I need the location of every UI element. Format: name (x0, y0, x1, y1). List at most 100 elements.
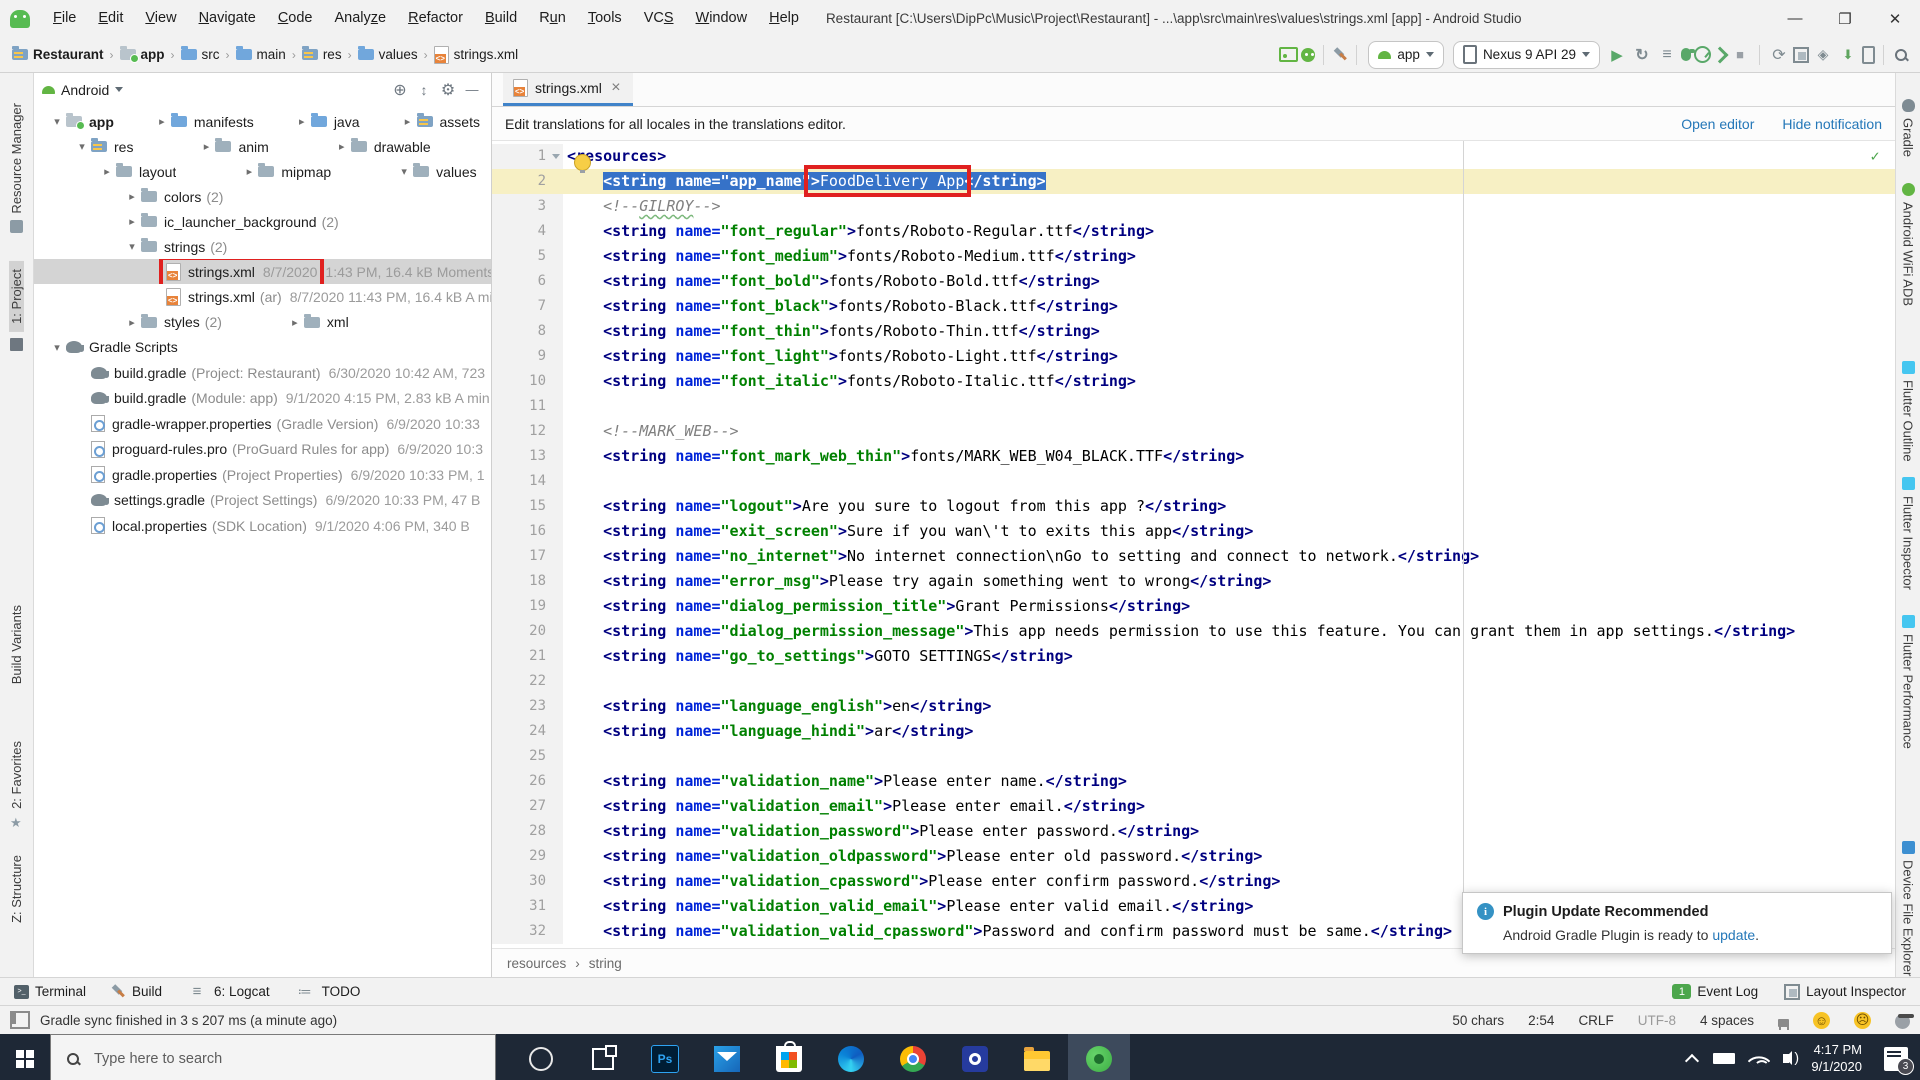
line-number[interactable]: 17 (492, 544, 563, 569)
stripe-item-z-structure[interactable]: Z: Structure (0, 855, 33, 923)
code-text[interactable]: <string name="font_black">fonts/Roboto-B… (563, 294, 1895, 319)
taskbar-app-chrome[interactable] (882, 1034, 944, 1080)
code-text[interactable] (563, 669, 1895, 694)
action-center-icon[interactable]: 3 (1884, 1047, 1908, 1071)
tree-arrow-icon[interactable]: ▸ (286, 316, 304, 329)
intention-bulb-icon[interactable] (574, 154, 591, 171)
tree-item-mipmap[interactable]: ▸mipmap (176, 159, 331, 184)
maximize-button[interactable]: ❐ (1820, 0, 1870, 37)
line-number[interactable]: 10 (492, 369, 563, 394)
line-number[interactable]: 19 (492, 594, 563, 619)
tree-arrow-icon[interactable]: ▾ (48, 341, 66, 354)
line-number[interactable]: 16 (492, 519, 563, 544)
tree-item-build-gradle[interactable]: build.gradle(Module: app)9/1/2020 4:15 P… (34, 386, 490, 411)
tree-item-gradle-scripts[interactable]: ▾Gradle Scripts (34, 335, 178, 360)
tree-item-java[interactable]: ▸java (254, 109, 360, 134)
line-number[interactable]: 30 (492, 869, 563, 894)
status-2-54[interactable]: 2:54 (1528, 1013, 1554, 1028)
code-text[interactable] (563, 744, 1895, 769)
stripe-item-build-variants[interactable]: Build Variants (0, 605, 33, 684)
code-text[interactable]: <!--GILROY--> (563, 194, 1895, 219)
code-text[interactable]: <string name="validation_name">Please en… (563, 769, 1895, 794)
update-link[interactable]: update (1712, 927, 1755, 943)
happy-face-icon[interactable]: ☺ (1813, 1012, 1830, 1029)
line-number[interactable]: 29 (492, 844, 563, 869)
line-number[interactable]: 25 (492, 744, 563, 769)
breadcrumb-item-app[interactable]: app (118, 47, 167, 62)
line-number[interactable]: 18 (492, 569, 563, 594)
menu-item-refactor[interactable]: Refactor (397, 0, 474, 37)
taskbar-clock[interactable]: 4:17 PM 9/1/2020 (1811, 1042, 1862, 1076)
taskbar-app-task-view[interactable] (572, 1034, 634, 1080)
unlock-icon[interactable] (1778, 1019, 1789, 1027)
stripe-item-resource-manager[interactable]: Resource Manager (0, 103, 33, 239)
line-number[interactable]: 23 (492, 694, 563, 719)
line-number[interactable]: 22 (492, 669, 563, 694)
menu-item-build[interactable]: Build (474, 0, 528, 37)
menu-item-file[interactable]: File (42, 0, 87, 37)
minimize-icon[interactable] (461, 79, 483, 101)
tree-arrow-icon[interactable]: ▸ (98, 165, 116, 178)
taskbar-app-cortana[interactable] (510, 1034, 572, 1080)
tree-item-settings-gradle[interactable]: settings.gradle(Project Settings)6/9/202… (34, 488, 480, 513)
tree-item-build-gradle[interactable]: build.gradle(Project: Restaurant)6/30/20… (34, 360, 485, 385)
code-text[interactable]: <string name="error_msg">Please try agai… (563, 569, 1895, 594)
editor-breadcrumb-resources[interactable]: resources (507, 956, 566, 971)
line-number[interactable]: 14 (492, 469, 563, 494)
avd-manager-icon[interactable] (1862, 46, 1875, 64)
tree-item-strings-xml[interactable]: strings.xml(ar)8/7/2020 11:43 PM, 16.4 k… (34, 285, 492, 310)
taskbar-app-edge[interactable] (820, 1034, 882, 1080)
toolwindow-6-logcat[interactable]: 6: Logcat (186, 981, 270, 1003)
wifi-adb-icon[interactable] (1301, 48, 1315, 62)
tree-item-layout[interactable]: ▸layout (34, 159, 176, 184)
start-button[interactable] (0, 1034, 50, 1080)
code-text[interactable]: <string name="font_thin">fonts/Roboto-Th… (563, 319, 1895, 344)
status-crlf[interactable]: CRLF (1578, 1013, 1613, 1028)
code-text[interactable]: <string name="app_name">FoodDelivery App… (563, 169, 1895, 194)
hector-icon[interactable] (1895, 1014, 1910, 1029)
code-text[interactable]: <string name="validation_email">Please e… (563, 794, 1895, 819)
code-text[interactable]: <string name="font_mark_web_thin">fonts/… (563, 444, 1895, 469)
tree-item-assets[interactable]: ▸assets (360, 109, 480, 134)
fold-marker-icon[interactable] (552, 154, 560, 159)
build-hammer-icon[interactable] (1332, 47, 1348, 63)
minimize-button[interactable]: — (1770, 0, 1820, 37)
sync-project-icon[interactable] (1768, 44, 1790, 66)
menu-item-vcs[interactable]: VCS (633, 0, 685, 37)
toolwindow-build[interactable]: Build (110, 984, 162, 1000)
tree-item-styles[interactable]: ▸styles(2) (34, 310, 222, 335)
code-text[interactable]: <string name="go_to_settings">GOTO SETTI… (563, 644, 1895, 669)
line-number[interactable]: 13 (492, 444, 563, 469)
code-text[interactable]: <!--MARK_WEB--> (563, 419, 1895, 444)
apply-changes-icon[interactable] (1631, 44, 1653, 66)
taskbar-app-store[interactable] (758, 1034, 820, 1080)
line-number[interactable]: 15 (492, 494, 563, 519)
line-number[interactable]: 20 (492, 619, 563, 644)
code-text[interactable]: <string name="dialog_permission_title">G… (563, 594, 1895, 619)
line-number[interactable]: 27 (492, 794, 563, 819)
tree-item-xml[interactable]: ▸xml (222, 310, 349, 335)
line-number[interactable]: 4 (492, 219, 563, 244)
tree-item-manifests[interactable]: ▸manifests (114, 109, 254, 134)
tree-arrow-icon[interactable]: ▸ (153, 115, 171, 128)
tree-item-strings[interactable]: ▾strings(2) (34, 234, 227, 259)
stripe-item-flutter-inspector[interactable]: Flutter Inspector (1896, 471, 1920, 590)
taskbar-app-android-studio[interactable] (1068, 1034, 1130, 1080)
code-editor[interactable]: 1<resources>2 <string name="app_name">Fo… (492, 141, 1895, 948)
menu-item-tools[interactable]: Tools (577, 0, 633, 37)
line-number[interactable]: 21 (492, 644, 563, 669)
tree-item-drawable[interactable]: ▸drawable (269, 134, 431, 159)
line-number[interactable]: 9 (492, 344, 563, 369)
tree-item-gradle-wrapper-properties[interactable]: gradle-wrapper.properties(Gradle Version… (34, 411, 480, 436)
open-editor-link[interactable]: Open editor (1681, 116, 1754, 132)
tree-item-proguard-rules-pro[interactable]: proguard-rules.pro(ProGuard Rules for ap… (34, 437, 483, 462)
tree-item-strings-xml[interactable]: strings.xml8/7/20201:43 PM, 16.4 kB Mome… (34, 259, 491, 284)
tree-arrow-icon[interactable]: ▾ (123, 240, 141, 253)
taskbar-app-file-explorer[interactable] (1006, 1034, 1068, 1080)
code-text[interactable]: <string name="language_hindi">ar</string… (563, 719, 1895, 744)
code-text[interactable]: <string name="no_internet">No internet c… (563, 544, 1895, 569)
menu-item-edit[interactable]: Edit (87, 0, 134, 37)
line-number[interactable]: 8 (492, 319, 563, 344)
menu-item-view[interactable]: View (134, 0, 187, 37)
volume-icon[interactable] (1783, 1054, 1789, 1063)
